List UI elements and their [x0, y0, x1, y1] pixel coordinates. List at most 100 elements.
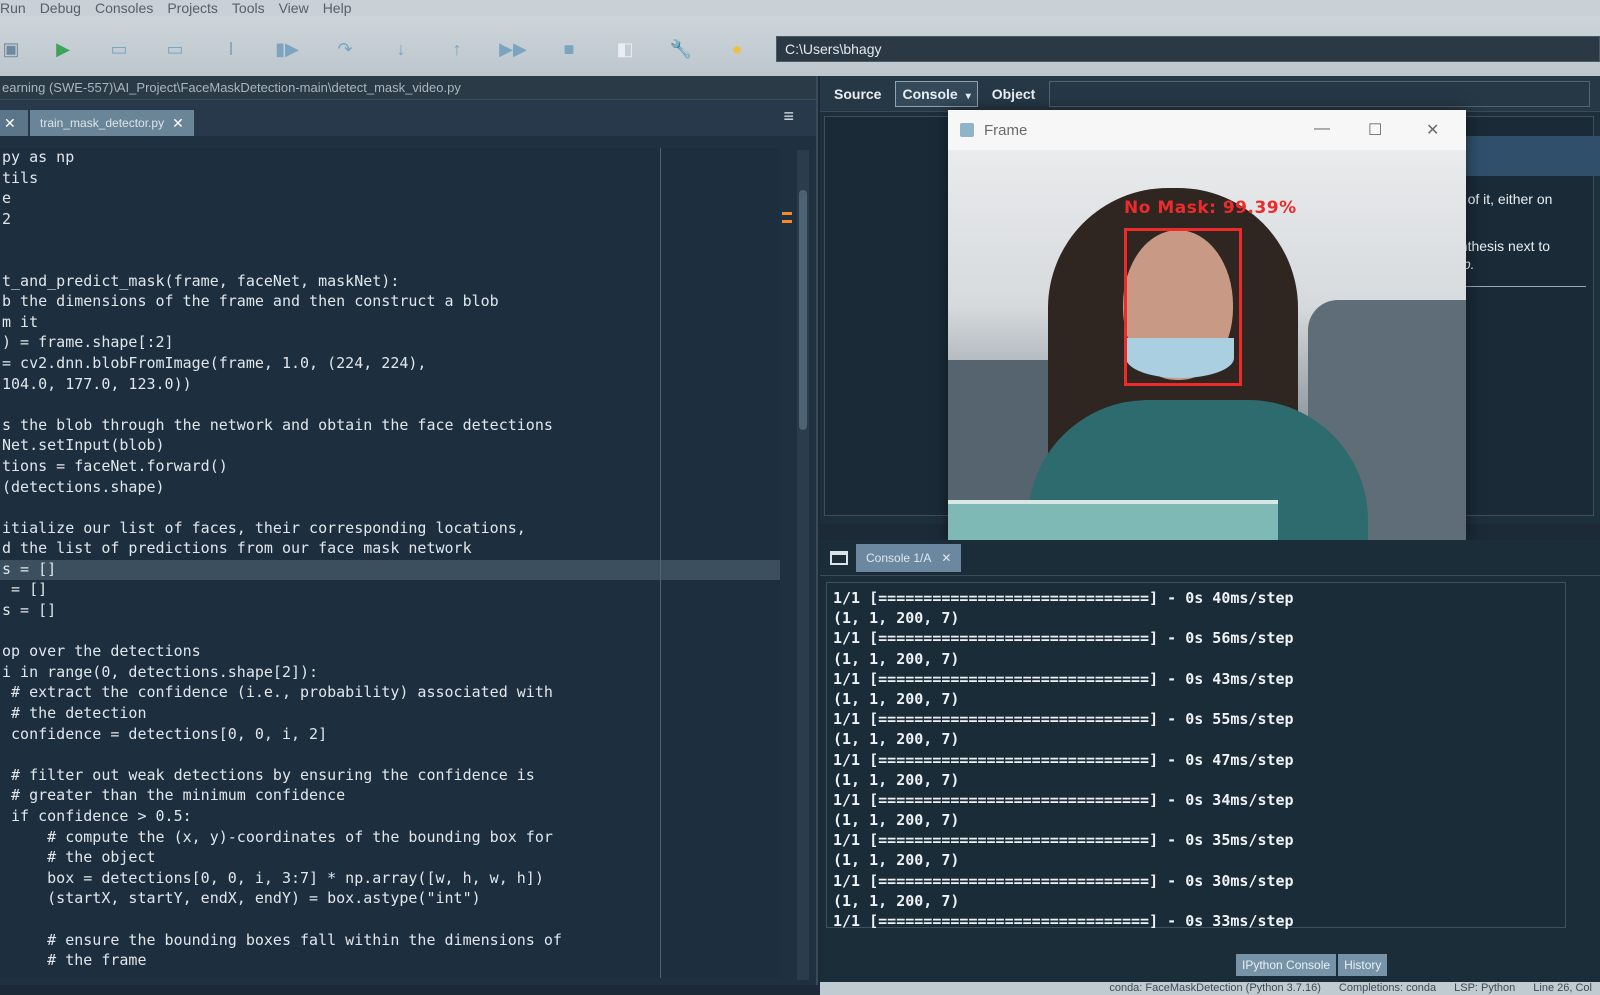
editor-filepath: earning (SWE-557)\AI_Project\FaceMaskDet… [0, 76, 816, 100]
editor-tab-train-mask-detector[interactable]: train_mask_detector.py ✕ [30, 110, 194, 136]
console-output[interactable]: 1/1 [==============================] - 0… [826, 582, 1566, 930]
help-text-line: elp. [1452, 256, 1592, 272]
help-text-line: nt of it, either on [1452, 191, 1553, 207]
object-input[interactable] [1049, 80, 1590, 107]
help-header-bar [1460, 136, 1600, 176]
console-line: 1/1 [==============================] - 0… [833, 831, 1294, 850]
tab-history[interactable]: History [1338, 954, 1388, 976]
console-pane: Console 1/A ✕ 1/1 [=====================… [820, 540, 1600, 985]
code-line: 2 [2, 209, 12, 228]
run-cell-advance-icon[interactable]: ▭ [164, 38, 186, 60]
python-path-icon[interactable]: ● [726, 38, 748, 60]
chevron-down-icon: ▾ [965, 90, 971, 102]
code-line: 104.0, 177.0, 123.0)) [2, 374, 192, 393]
code-line: m it [2, 312, 39, 331]
step-out-icon[interactable]: ↑ [446, 38, 468, 60]
working-directory-field[interactable]: C:\Users\bhagy [776, 36, 1600, 62]
menu-run[interactable]: Run [0, 1, 26, 15]
frame-titlebar[interactable]: Frame [948, 110, 1466, 150]
menu-bar: Run Debug Consoles Projects Tools View H… [0, 0, 1600, 16]
menu-debug[interactable]: Debug [40, 1, 81, 15]
console-line: (1, 1, 200, 7) [833, 689, 960, 708]
console-line: (1, 1, 200, 7) [833, 891, 960, 910]
divider [1466, 286, 1586, 287]
status-bar: conda: FaceMaskDetection (Python 3.7.16)… [820, 982, 1600, 995]
run-selection-icon[interactable]: I [220, 38, 242, 60]
console-line: (1, 1, 200, 7) [833, 811, 960, 830]
close-icon[interactable]: ✕ [941, 551, 951, 565]
menu-consoles[interactable]: Consoles [95, 1, 153, 15]
editor-scrollbar[interactable] [797, 150, 809, 980]
console-line: 1/1 [==============================] - 0… [833, 871, 1294, 890]
tab-ipython-console[interactable]: IPython Console [1236, 954, 1337, 976]
code-line: s the blob through the network and obtai… [2, 415, 553, 434]
source-select[interactable]: Console ▾ [895, 80, 978, 107]
editor-tabs: ✕ train_mask_detector.py ✕ ≡ [0, 100, 816, 136]
tab-console-1[interactable]: Console 1/A ✕ [856, 543, 962, 572]
menu-view[interactable]: View [279, 1, 309, 15]
close-icon[interactable]: ✕ [172, 115, 184, 132]
code-line: d the list of predictions from our face … [2, 539, 472, 558]
step-over-icon[interactable]: ↷ [334, 38, 356, 60]
run-cell-icon[interactable]: ▭ [108, 38, 130, 60]
console-window-icon[interactable] [830, 550, 848, 565]
console-line: (1, 1, 200, 7) [833, 770, 960, 789]
console-line: 1/1 [==============================] - 0… [833, 629, 1294, 648]
code-line: # filter out weak detections by ensuring… [2, 765, 535, 784]
status-env: conda: FaceMaskDetection (Python 3.7.16) [1109, 982, 1321, 994]
code-line: # extract the confidence (i.e., probabil… [2, 683, 553, 702]
preferences-icon[interactable]: 🔧 [670, 38, 692, 60]
code-line: itialize our list of faces, their corres… [2, 518, 526, 537]
maximize-pane-icon[interactable]: ◧ [614, 38, 636, 60]
menu-projects[interactable]: Projects [167, 1, 218, 15]
code-editor[interactable]: py as np tils e 2 t_and_predict_mask(frame, … [0, 148, 780, 978]
status-cursor: Line 26, Col [1533, 982, 1592, 994]
code-line: = cv2.dnn.blobFromImage(frame, 1.0, (224… [2, 353, 427, 372]
menu-tools[interactable]: Tools [232, 1, 265, 15]
save-icon[interactable]: ▣ [0, 38, 22, 60]
console-bottom-tabs: IPython Console History [1236, 954, 1388, 976]
minimize-icon[interactable]: — [1314, 120, 1330, 138]
code-line: # the detection [2, 704, 147, 723]
debug-icon[interactable]: ▮▶ [275, 38, 299, 60]
close-icon[interactable]: ✕ [1426, 120, 1439, 140]
console-line: 1/1 [==============================] - 0… [833, 790, 1294, 809]
console-line: (1, 1, 200, 7) [833, 609, 960, 628]
console-line: 1/1 [==============================] - 0… [833, 750, 1294, 769]
editor-tab-current[interactable]: ✕ [0, 110, 28, 136]
continue-icon[interactable]: ▶▶ [499, 38, 527, 60]
maximize-icon[interactable]: ☐ [1368, 120, 1382, 140]
step-into-icon[interactable]: ↓ [390, 38, 412, 60]
close-icon[interactable]: ✕ [4, 115, 16, 132]
detection-label: No Mask: 99.39% [1124, 198, 1297, 218]
source-label: Source [834, 85, 882, 102]
console-line: 1/1 [==============================] - 0… [833, 710, 1294, 729]
run-icon[interactable]: ▶ [52, 38, 74, 60]
code-line: = [] [2, 580, 48, 599]
code-line: Net.setInput(blob) [2, 436, 165, 455]
code-line: op over the detections [2, 642, 201, 661]
object-label: Object [991, 85, 1036, 102]
help-text-line: enthesis next to [1452, 238, 1551, 254]
code-line: # the frame [2, 951, 147, 970]
tab-label: train_mask_detector.py [40, 116, 165, 130]
code-line: b the dimensions of the frame and then c… [2, 292, 499, 311]
code-line: py as np [2, 148, 75, 166]
console-line: 1/1 [==============================] - 0… [833, 912, 1294, 930]
editor-pane: earning (SWE-557)\AI_Project\FaceMaskDet… [0, 76, 818, 985]
code-line: s = [] [0, 559, 780, 581]
options-menu-icon[interactable]: ≡ [783, 106, 794, 127]
frame-window[interactable]: Frame — ☐ ✕ No Mask: 99.39% [948, 110, 1466, 540]
menu-help[interactable]: Help [323, 1, 352, 15]
phone-shape [948, 500, 1278, 540]
scrollbar-thumb[interactable] [799, 190, 807, 430]
code-line: box = detections[0, 0, i, 3:7] * np.arra… [2, 868, 544, 887]
code-line: tils [2, 168, 39, 187]
code-line: ) = frame.shape[:2] [2, 333, 174, 352]
stop-icon[interactable]: ■ [558, 38, 580, 60]
warning-marker [782, 220, 792, 223]
